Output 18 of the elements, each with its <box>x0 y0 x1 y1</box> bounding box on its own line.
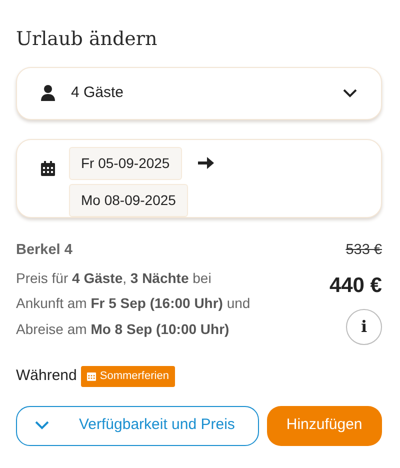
price-description: Preis für 4 Gäste, 3 Nächte bei Ankunft am Fr 5 Sep (16:00 Uhr) und Abreise am Mo 8 Sep (10:00 Uhr) <box>16 268 250 339</box>
person-icon <box>41 85 55 102</box>
old-price: 533 € <box>346 240 382 260</box>
period-label: Während <box>16 366 77 386</box>
price: 440 € <box>329 272 382 299</box>
info-button[interactable]: i <box>346 309 382 346</box>
calendar-icon <box>41 160 55 176</box>
arrow-right-icon <box>198 157 214 170</box>
departure-date[interactable]: Mo 08-09-2025 <box>69 184 188 217</box>
heading: Urlaub ändern <box>16 28 158 51</box>
arrival-date[interactable]: Fr 05-09-2025 <box>69 146 182 180</box>
accommodation-name: Berkel 4 <box>16 240 74 260</box>
availability-button[interactable]: Verfügbarkeit und Preis <box>16 406 259 446</box>
chevron-down-icon <box>35 421 49 430</box>
calendar-icon <box>86 371 96 382</box>
chevron-down-icon <box>343 88 357 98</box>
holiday-tag: Sommerferien <box>80 366 175 387</box>
guests-dropdown[interactable]: 4 Gäste <box>16 66 382 120</box>
